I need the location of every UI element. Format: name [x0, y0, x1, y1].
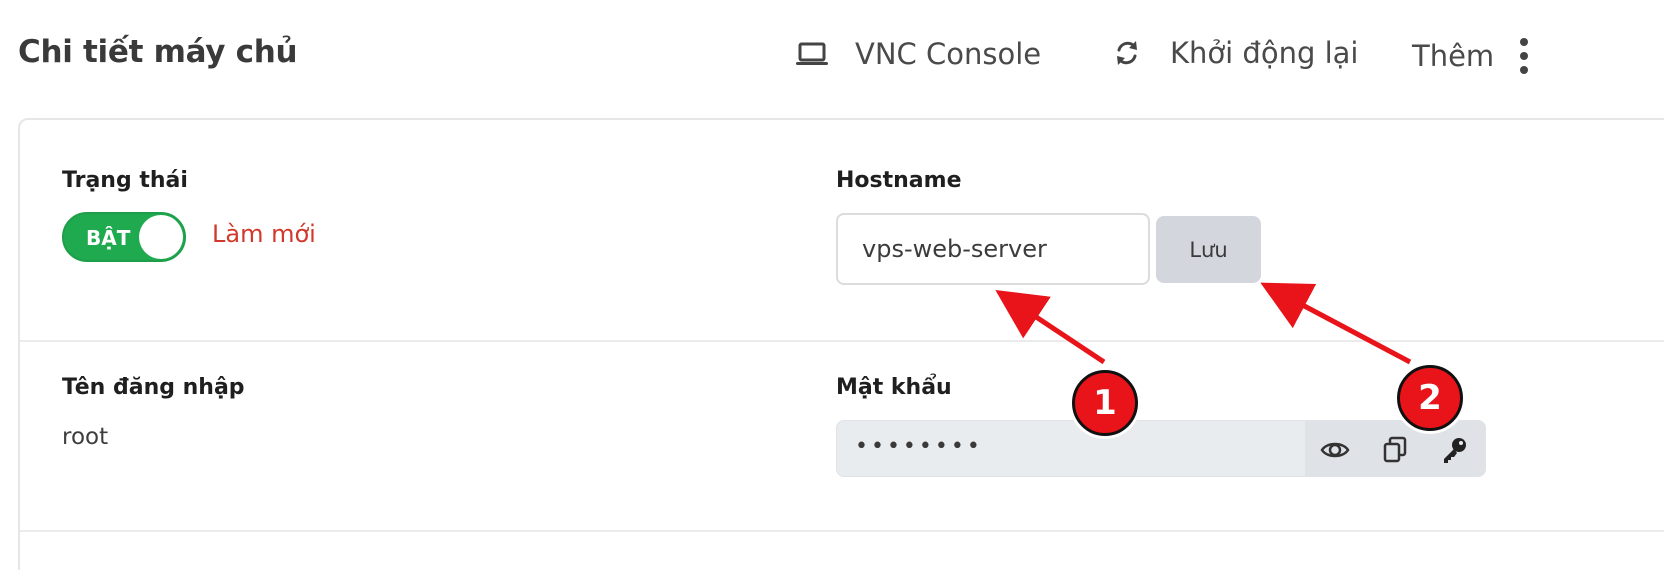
- status-toggle[interactable]: BẬT: [62, 212, 186, 262]
- laptop-icon: [794, 36, 830, 72]
- reboot-label: Khởi động lại: [1170, 36, 1359, 70]
- copy-icon[interactable]: [1375, 430, 1415, 470]
- password-mask: ••••••••: [855, 434, 983, 459]
- more-menu-button[interactable]: Thêm: [1412, 36, 1536, 76]
- server-detail-page: Chi tiết máy chủ VNC Console Khởi động l…: [0, 0, 1664, 570]
- username-value: root: [62, 424, 109, 450]
- page-title: Chi tiết máy chủ: [18, 34, 298, 70]
- refresh-icon: [1110, 36, 1144, 70]
- password-actions: [1305, 421, 1485, 476]
- password-label: Mật khẩu: [836, 375, 952, 400]
- username-label: Tên đăng nhập: [62, 375, 245, 400]
- kebab-menu-icon: [1512, 36, 1536, 76]
- row-divider: [20, 340, 1664, 342]
- eye-icon[interactable]: [1315, 430, 1355, 470]
- key-icon[interactable]: [1435, 430, 1475, 470]
- password-field: ••••••••: [836, 420, 1486, 477]
- status-label: Trạng thái: [62, 168, 188, 193]
- hostname-label: Hostname: [836, 168, 962, 193]
- callout-1: 1: [1072, 370, 1138, 436]
- toggle-on-text: BẬT: [86, 226, 131, 250]
- vnc-console-button[interactable]: VNC Console: [794, 36, 1041, 72]
- toggle-knob: [139, 215, 183, 259]
- callout-2: 2: [1397, 365, 1463, 431]
- reboot-button[interactable]: Khởi động lại: [1110, 36, 1358, 70]
- row-divider: [20, 530, 1664, 532]
- save-button[interactable]: Lưu: [1156, 216, 1261, 283]
- hostname-input[interactable]: [836, 213, 1150, 285]
- vnc-console-label: VNC Console: [855, 37, 1042, 71]
- more-label: Thêm: [1412, 39, 1495, 73]
- refresh-link[interactable]: Làm mới: [212, 220, 316, 248]
